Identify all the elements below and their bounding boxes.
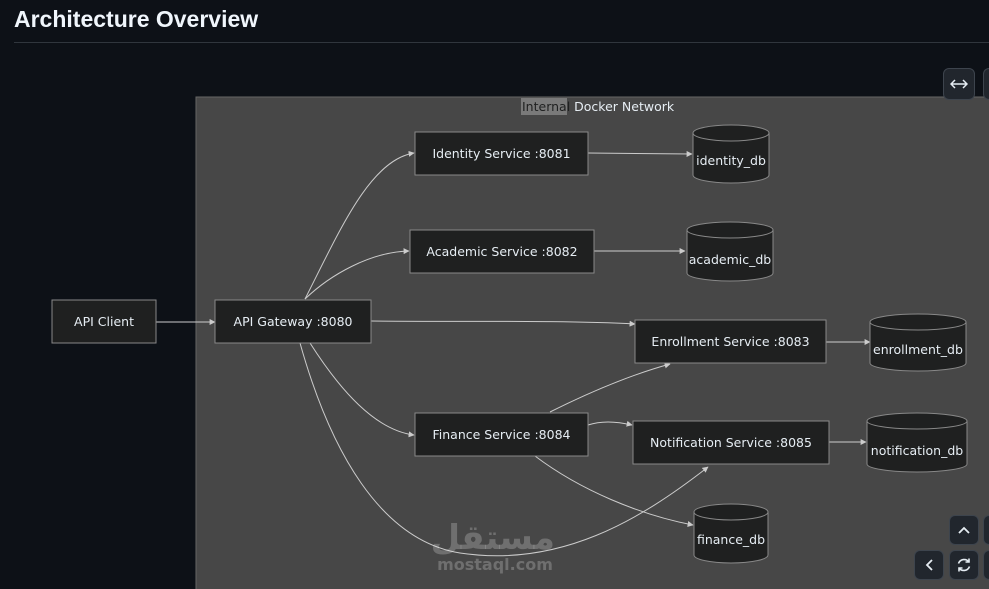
partial-pan-right-button[interactable] (983, 550, 989, 580)
expand-width-button[interactable] (943, 68, 975, 100)
partial-control-button[interactable] (983, 68, 989, 100)
architecture-diagram: Internal Docker Network API Client API G… (51, 96, 989, 589)
node-finance-db-label: finance_db (697, 532, 765, 547)
node-api-gateway-label: API Gateway :8080 (234, 314, 353, 329)
node-academic-db-label: academic_db (689, 252, 772, 267)
node-identity-service-label: Identity Service :8081 (432, 146, 570, 161)
partial-zoom-button[interactable] (983, 515, 989, 545)
subgraph-label: Internal Docker Network (522, 99, 675, 114)
chevron-left-icon (925, 559, 933, 571)
node-api-client-label: API Client (74, 314, 134, 329)
subgraph-label-internal: Internal (522, 99, 570, 114)
node-finance-service-label: Finance Service :8084 (433, 427, 571, 442)
refresh-icon (957, 558, 971, 572)
left-right-arrow-icon (950, 79, 968, 89)
pan-left-button[interactable] (914, 550, 944, 580)
node-identity-db-label: identity_db (696, 153, 766, 168)
chevron-up-icon (958, 526, 970, 534)
node-enrollment-db-label: enrollment_db (873, 342, 963, 357)
node-notification-service-label: Notification Service :8085 (650, 435, 812, 450)
node-notification-db-label: notification_db (871, 443, 963, 458)
pan-up-button[interactable] (949, 515, 979, 545)
node-academic-service-label: Academic Service :8082 (426, 244, 577, 259)
reset-view-button[interactable] (949, 550, 979, 580)
subgraph-label-rest: Docker Network (570, 99, 675, 114)
node-enrollment-service-label: Enrollment Service :8083 (651, 334, 809, 349)
